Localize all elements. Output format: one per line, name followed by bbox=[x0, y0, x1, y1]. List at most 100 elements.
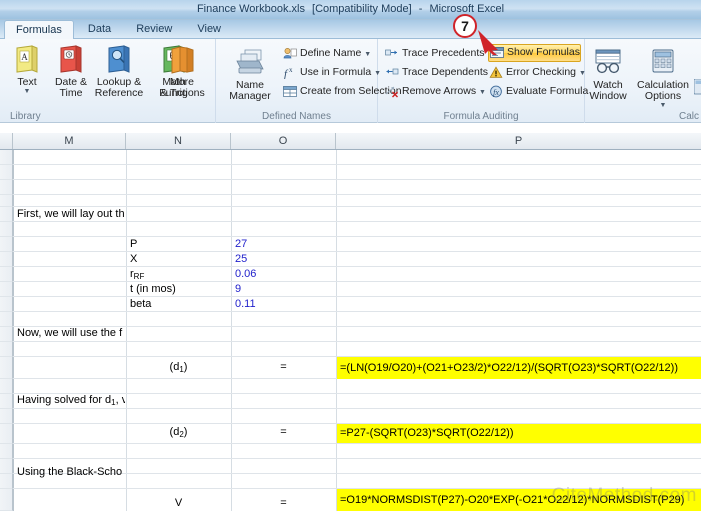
svg-text:fx: fx bbox=[493, 88, 499, 97]
row-header[interactable] bbox=[0, 424, 13, 444]
create-from-selection-icon bbox=[282, 84, 297, 99]
row-header[interactable] bbox=[0, 459, 13, 474]
define-name-button[interactable]: Define Name ▼ bbox=[282, 45, 371, 62]
cell-O-value-P[interactable]: 27 bbox=[233, 238, 333, 251]
error-checking-icon bbox=[488, 65, 503, 80]
select-all-corner[interactable] bbox=[0, 133, 13, 149]
cell-P-formula-v[interactable]: =O19*NORMSDIST(P27)-O20*EXP(-O21*O22/12)… bbox=[337, 489, 701, 511]
calculation-options-label: Calculation Options bbox=[637, 79, 689, 102]
cell-O-equals-d2[interactable]: = bbox=[233, 426, 334, 439]
chevron-down-icon[interactable]: ▼ bbox=[632, 102, 694, 109]
row-header[interactable] bbox=[0, 282, 13, 297]
tab-formulas[interactable]: Formulas bbox=[4, 20, 74, 39]
error-checking-label: Error Checking bbox=[506, 66, 577, 78]
cell-O-value-t[interactable]: 9 bbox=[233, 283, 333, 296]
chevron-down-icon[interactable]: ▼ bbox=[479, 89, 486, 96]
ribbon-group-watch-window: Watch Window bbox=[585, 39, 632, 123]
row-header[interactable] bbox=[0, 180, 13, 195]
cell-O-equals-d1[interactable]: = bbox=[233, 361, 334, 374]
cell-N-label-v[interactable]: V bbox=[128, 497, 229, 510]
cell-N-label-beta[interactable]: beta bbox=[128, 298, 228, 311]
row-header[interactable] bbox=[0, 394, 13, 409]
column-header-P[interactable]: P bbox=[336, 133, 701, 149]
cell-N-label-d2[interactable]: (d2) bbox=[128, 426, 229, 439]
row-header[interactable] bbox=[0, 379, 13, 394]
row-header[interactable] bbox=[0, 327, 13, 342]
row-header[interactable] bbox=[0, 489, 13, 511]
cell-O-value-X[interactable]: 25 bbox=[233, 253, 333, 266]
trace-precedents-button[interactable]: Trace Precedents bbox=[384, 45, 484, 62]
cell-M-intro[interactable]: First, we will lay out the input data gi… bbox=[15, 208, 125, 221]
cell-P-formula-d2[interactable]: =P27-(SQRT(O23)*SQRT(O22/12)) bbox=[337, 424, 701, 443]
grid-row-separator bbox=[13, 251, 701, 252]
column-header-M[interactable]: M bbox=[13, 133, 126, 149]
note-d2-subscript: 1 bbox=[111, 398, 116, 407]
row-header[interactable] bbox=[0, 474, 13, 489]
more-functions-button[interactable]: More Functions bbox=[152, 42, 212, 99]
grid-row-separator bbox=[13, 236, 701, 237]
evaluate-formula-button[interactable]: fx Evaluate Formula bbox=[488, 83, 588, 100]
cell-N-label-d1[interactable]: (d1) bbox=[128, 361, 229, 374]
name-manager-button[interactable]: Name Manager bbox=[220, 45, 280, 102]
cell-M-note-v[interactable]: Using the Black-Scho bbox=[15, 466, 125, 479]
d2-base: (d bbox=[169, 426, 180, 438]
row-header[interactable] bbox=[0, 409, 13, 424]
use-in-formula-button[interactable]: f x Use in Formula ▼ bbox=[282, 64, 382, 81]
row-header[interactable] bbox=[0, 207, 13, 222]
cell-N-label-t[interactable]: t (in mos) bbox=[128, 283, 228, 296]
row-header[interactable] bbox=[0, 357, 13, 379]
row-header[interactable] bbox=[0, 267, 13, 282]
grid-row-separator bbox=[13, 443, 701, 444]
row-header[interactable] bbox=[0, 444, 13, 459]
row-header[interactable] bbox=[0, 312, 13, 327]
remove-arrows-label: Remove Arrows bbox=[402, 85, 477, 97]
tab-data[interactable]: Data bbox=[77, 20, 122, 39]
ribbon-group-function-library: A Text ▼ Date & Time Lookup & Reference … bbox=[0, 39, 216, 123]
cell-N-label-P[interactable]: P bbox=[128, 238, 228, 251]
tab-review[interactable]: Review bbox=[125, 20, 183, 39]
ribbon: A Text ▼ Date & Time Lookup & Reference … bbox=[0, 39, 701, 123]
remove-arrows-button[interactable]: Remove Arrows ▼ bbox=[384, 83, 486, 100]
column-header-O[interactable]: O bbox=[231, 133, 336, 149]
cell-P-formula-d1[interactable]: =(LN(O19/O20)+(O21+O23/2)*O22/12)/(SQRT(… bbox=[337, 357, 701, 379]
watch-window-button[interactable]: Watch Window bbox=[581, 45, 635, 102]
trace-dependents-icon bbox=[384, 65, 399, 80]
d1-base: (d bbox=[169, 361, 180, 373]
cell-O-value-beta[interactable]: 0.11 bbox=[233, 298, 333, 311]
row-header[interactable] bbox=[0, 222, 13, 237]
evaluate-formula-icon: fx bbox=[488, 84, 503, 99]
grid-row-separator bbox=[13, 221, 701, 222]
cell-O-equals-v[interactable]: = bbox=[233, 497, 334, 510]
remove-arrows-icon bbox=[384, 84, 399, 99]
cell-M-note-d2[interactable]: Having solved for d1, v bbox=[15, 394, 125, 407]
row-header[interactable] bbox=[0, 165, 13, 180]
cell-N-label-rRF[interactable]: rRF bbox=[128, 268, 228, 281]
ribbon-group-calculation: Calculation Options ▼ Calc bbox=[632, 39, 701, 123]
calculate-now-icon[interactable] bbox=[693, 78, 701, 98]
column-header-N[interactable]: N bbox=[126, 133, 231, 149]
cell-O-value-rRF[interactable]: 0.06 bbox=[233, 268, 333, 281]
title-separator: - bbox=[418, 3, 423, 15]
watch-window-icon bbox=[581, 45, 635, 79]
lookup-reference-function-button[interactable]: Lookup & Reference bbox=[88, 42, 150, 99]
cell-M-note-d1[interactable]: Now, we will use the f bbox=[15, 327, 125, 340]
more-functions-icon bbox=[152, 42, 212, 76]
chevron-down-icon[interactable]: ▼ bbox=[364, 51, 371, 58]
row-header[interactable] bbox=[0, 297, 13, 312]
grid-row-separator bbox=[13, 281, 701, 282]
calculation-options-button[interactable]: Calculation Options ▼ bbox=[632, 45, 694, 109]
row-header[interactable] bbox=[0, 195, 13, 207]
row-header[interactable] bbox=[0, 150, 13, 165]
row-header[interactable] bbox=[0, 252, 13, 267]
worksheet-grid[interactable]: First, we will lay out the input data gi… bbox=[0, 150, 701, 511]
error-checking-button[interactable]: Error Checking ▼ bbox=[488, 64, 586, 81]
column-header-row: M N O P bbox=[0, 133, 701, 150]
tab-view[interactable]: View bbox=[186, 20, 232, 39]
title-bar: Finance Workbook.xls [Compatibility Mode… bbox=[0, 0, 701, 20]
cell-N-label-X[interactable]: X bbox=[128, 253, 228, 266]
evaluate-formula-label: Evaluate Formula bbox=[506, 85, 589, 97]
trace-dependents-button[interactable]: Trace Dependents bbox=[384, 64, 488, 81]
row-header[interactable] bbox=[0, 237, 13, 252]
watch-window-label: Watch Window bbox=[589, 79, 627, 102]
row-header[interactable] bbox=[0, 342, 13, 357]
